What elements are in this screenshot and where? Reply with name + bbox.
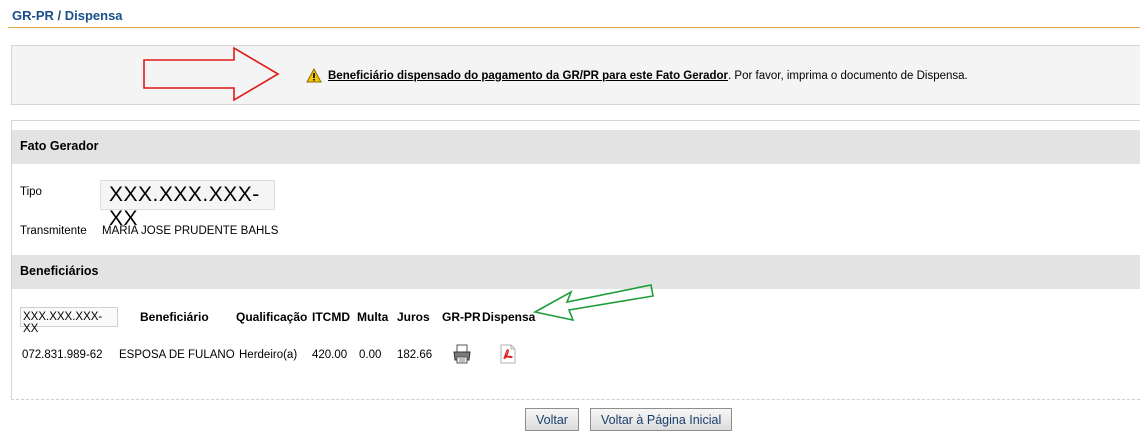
column-header-qualificacao: Qualificação — [236, 310, 308, 324]
cell-multa: 0.00 — [359, 349, 382, 361]
column-header-juros: Juros — [397, 310, 430, 324]
cell-qualificacao: Herdeiro(a) — [239, 349, 298, 361]
title-divider — [8, 27, 1140, 28]
pdf-icon[interactable] — [500, 344, 516, 364]
cell-beneficiario: ESPOSA DE FULANO — [119, 349, 235, 361]
transmitente-value: MARIA JOSE PRUDENTE BAHLS — [102, 225, 279, 237]
tipo-value: XXX.XXX.XXX-XX — [100, 180, 275, 230]
cell-juros: 182.66 — [397, 349, 433, 361]
column-header-itcmd: ITCMD — [312, 310, 350, 324]
cell-itcmd: 420.00 — [312, 349, 348, 361]
voltar-button[interactable]: Voltar — [525, 408, 579, 431]
green-annotation-arrow-icon — [533, 284, 654, 322]
main-panel: Fato Gerador Tipo XXX.XXX.XXX-XX Transmi… — [11, 120, 1140, 400]
column-header-multa: Multa — [357, 310, 389, 324]
dispensa-link[interactable]: Beneficiário dispensado do pagamento da … — [328, 70, 728, 82]
column-header-cpf: XXX.XXX.XXX-XX — [20, 307, 118, 335]
column-header-beneficiario: Beneficiário — [140, 310, 209, 324]
red-annotation-arrow-icon — [143, 46, 280, 102]
column-header-grpr: GR-PR — [442, 310, 481, 324]
warning-icon — [306, 68, 322, 83]
tipo-label: Tipo — [20, 186, 42, 198]
printer-icon[interactable] — [452, 344, 472, 364]
bottom-divider — [11, 399, 1140, 400]
cell-cpf: 072.831.989-62 — [22, 349, 103, 361]
fato-gerador-header: Fato Gerador — [12, 130, 1140, 164]
column-header-dispensa: Dispensa — [482, 310, 536, 324]
page-title: GR-PR / Dispensa — [12, 8, 123, 23]
alert-suffix: . Por favor, imprima o documento de Disp… — [728, 69, 968, 82]
transmitente-label: Transmitente — [20, 225, 87, 237]
alert-message: Beneficiário dispensado do pagamento da … — [306, 68, 968, 83]
voltar-pagina-inicial-button[interactable]: Voltar à Página Inicial — [590, 408, 733, 431]
